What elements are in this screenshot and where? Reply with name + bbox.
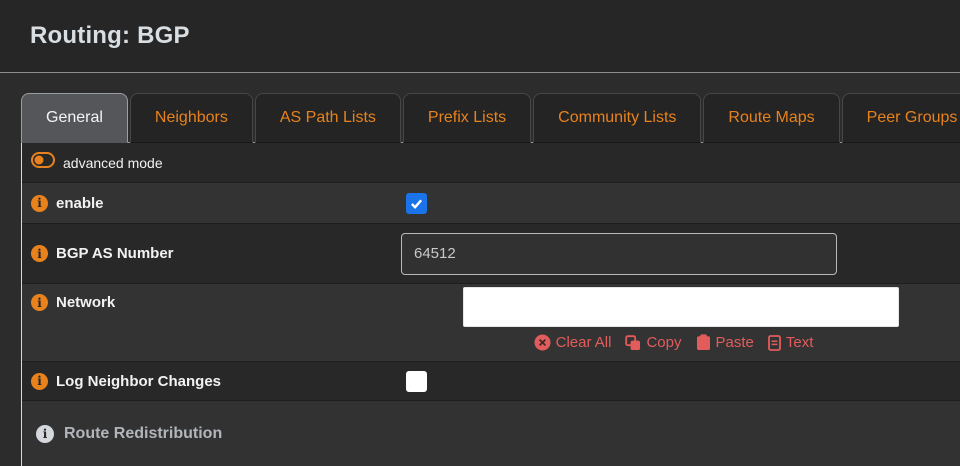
tab-as-path-lists[interactable]: AS Path Lists	[255, 93, 401, 143]
network-label: Network	[56, 294, 115, 311]
advanced-mode-toggle[interactable]: advanced mode	[22, 152, 401, 173]
text-button[interactable]: Text	[768, 334, 814, 351]
info-circle-gray-icon[interactable]	[36, 425, 54, 443]
tab-route-maps[interactable]: Route Maps	[703, 93, 839, 143]
checkmark-icon	[410, 197, 423, 210]
bgp-as-number-label: BGP AS Number	[56, 245, 174, 262]
settings-table: advanced mode enable BGP AS Number Netwo	[21, 143, 960, 466]
clear-all-label: Clear All	[556, 334, 612, 351]
enable-row: enable	[22, 182, 960, 223]
copy-button[interactable]: Copy	[625, 334, 681, 351]
tab-general[interactable]: General	[21, 93, 128, 143]
tab-neighbors[interactable]: Neighbors	[130, 93, 253, 143]
route-redistribution-label: Route Redistribution	[64, 425, 222, 443]
tab-community-lists[interactable]: Community Lists	[533, 93, 701, 143]
info-circle-icon[interactable]	[31, 245, 48, 262]
info-circle-icon[interactable]	[31, 373, 48, 390]
paste-label: Paste	[716, 334, 754, 351]
paste-button[interactable]: Paste	[696, 334, 754, 351]
bgp-as-number-input[interactable]	[401, 233, 837, 275]
enable-checkbox[interactable]	[406, 193, 427, 214]
toggle-icon	[31, 152, 55, 173]
tab-bar: General Neighbors AS Path Lists Prefix L…	[21, 93, 960, 143]
network-input[interactable]	[463, 287, 899, 327]
paste-icon	[696, 334, 711, 351]
advanced-mode-label: advanced mode	[63, 155, 163, 171]
route-redistribution-row: Route Redistribution	[22, 400, 960, 466]
copy-label: Copy	[646, 334, 681, 351]
log-neighbor-changes-row: Log Neighbor Changes	[22, 361, 960, 400]
circle-x-icon	[534, 334, 551, 351]
file-text-icon	[768, 335, 781, 351]
info-circle-icon[interactable]	[31, 294, 48, 311]
network-row: Network Clear All	[22, 283, 960, 361]
info-circle-icon[interactable]	[31, 195, 48, 212]
bgp-as-number-row: BGP AS Number	[22, 223, 960, 283]
network-actions: Clear All Copy	[534, 334, 828, 351]
clear-all-button[interactable]: Clear All	[534, 334, 612, 351]
text-label: Text	[786, 334, 814, 351]
page-title: Routing: BGP	[30, 22, 190, 50]
copy-icon	[625, 335, 641, 351]
tab-prefix-lists[interactable]: Prefix Lists	[403, 93, 531, 143]
log-neighbor-changes-label: Log Neighbor Changes	[56, 373, 221, 390]
tab-peer-groups[interactable]: Peer Groups	[842, 93, 960, 143]
advanced-mode-row: advanced mode	[22, 143, 960, 182]
log-neighbor-changes-checkbox[interactable]	[406, 371, 427, 392]
page-header: Routing: BGP	[0, 0, 960, 73]
enable-label: enable	[56, 195, 104, 212]
